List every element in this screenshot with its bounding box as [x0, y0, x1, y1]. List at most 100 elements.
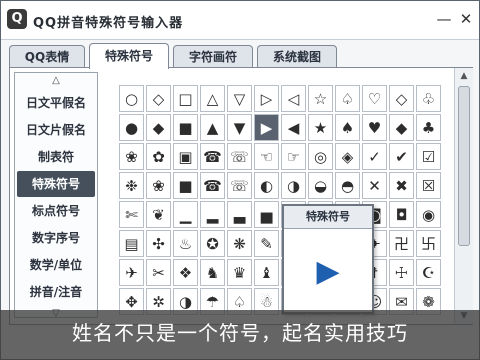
symbol-cell[interactable]: ✪ [200, 230, 225, 257]
symbol-cell[interactable]: ♤ [335, 85, 360, 112]
minimize-button[interactable]: — [435, 10, 453, 28]
category-hiragana[interactable]: 日文平假名 [17, 90, 95, 116]
category-list: △ 日文平假名 日文片假名 制表符 特殊符号 标点符号 数字序号 数学/单位 拼… [14, 72, 98, 319]
symbol-cell[interactable]: ☩ [389, 259, 414, 286]
symbol-cell[interactable]: ✕ [362, 172, 387, 199]
symbol-cell[interactable]: ◒ [308, 172, 333, 199]
symbol-cell[interactable]: ✣ [146, 230, 171, 257]
symbol-cell[interactable]: □ [173, 85, 198, 112]
scroll-up-icon[interactable]: ▲ [456, 69, 472, 83]
symbol-cell[interactable]: ♨ [173, 230, 198, 257]
symbol-grid: ○ ◇ □ △ ▽ ▷ ◁ ☆ ♤ ♡ ◇ ♧ ● ◆ ■ ▲ ▼ ▶ ◀ ★ ♠ ♥ ◆ ♣ ❀ ✿ ▣ ☎ ☏ ☜ ☞ ◎ ◈ ✓ ✔ ☑ ❉ ❀ ■ ☎… [118, 84, 442, 320]
symbol-cell[interactable]: ♥ [362, 114, 387, 141]
symbol-cell[interactable]: △ [200, 85, 225, 112]
category-box-drawing[interactable]: 制表符 [17, 144, 95, 170]
app-logo-icon: Q [7, 9, 27, 29]
symbol-cell[interactable]: ■ [173, 172, 198, 199]
tab-system-screenshot[interactable]: 系统截图 [257, 45, 337, 67]
symbol-cell[interactable]: ❦ [146, 201, 171, 228]
symbol-cell[interactable]: ✖ [389, 172, 414, 199]
tab-special-symbols[interactable]: 特殊符号 [89, 43, 169, 69]
symbol-cell[interactable]: ◑ [281, 172, 306, 199]
symbol-cell[interactable]: 卍 [389, 230, 414, 257]
symbol-cell[interactable]: ☎ [200, 172, 225, 199]
symbol-cell[interactable]: ◈ [335, 143, 360, 170]
symbol-cell[interactable]: ☆ [308, 85, 333, 112]
symbol-cell[interactable]: ♠ [335, 114, 360, 141]
category-katakana[interactable]: 日文片假名 [17, 117, 95, 143]
symbol-cell[interactable]: ▽ [227, 85, 252, 112]
symbol-cell[interactable]: ▲ [200, 114, 225, 141]
symbol-cell[interactable]: ◆ [146, 114, 171, 141]
symbol-cell[interactable]: ❀ [119, 143, 144, 170]
symbol-cell[interactable]: ◆ [389, 114, 414, 141]
category-special-symbols[interactable]: 特殊符号 [17, 171, 95, 197]
preview-symbol: ▶ [316, 253, 340, 289]
symbol-cell[interactable]: ☒ [416, 172, 441, 199]
video-caption: 姓名不只是一个符号，起名实用技巧 [0, 310, 480, 360]
symbol-cell[interactable]: ☜ [254, 143, 279, 170]
tab-strip: QQ表情 特殊符号 字符画符 系统截图 [9, 43, 469, 69]
symbol-cell[interactable]: ✿ [146, 143, 171, 170]
tab-qq-emoji[interactable]: QQ表情 [9, 45, 85, 67]
symbol-cell[interactable]: ♝ [254, 259, 279, 286]
vertical-scrollbar[interactable]: ▲ ▼ [454, 68, 473, 324]
category-scroll-up-icon[interactable]: △ [15, 73, 97, 89]
category-number-sequence[interactable]: 数字序号 [17, 225, 95, 251]
symbol-cell[interactable]: ✂ [146, 259, 171, 286]
symbol-cell[interactable]: ▷ [254, 85, 279, 112]
symbol-cell[interactable]: ▃ [227, 201, 252, 228]
symbol-cell[interactable]: ▶ [254, 114, 279, 141]
symbol-cell[interactable]: ❀ [146, 172, 171, 199]
category-punctuation[interactable]: 标点符号 [17, 198, 95, 224]
symbol-cell[interactable]: ◎ [308, 143, 333, 170]
symbol-cell[interactable]: ◐ [254, 172, 279, 199]
preview-title: 特殊符号 [284, 206, 372, 229]
symbol-cell[interactable]: ✔ [389, 143, 414, 170]
symbol-cell[interactable]: ○ [119, 85, 144, 112]
symbol-cell[interactable]: ◓ [335, 172, 360, 199]
symbol-cell[interactable]: ✈ [119, 259, 144, 286]
symbol-cell[interactable]: ☞ [281, 143, 306, 170]
symbol-cell[interactable]: ✄ [119, 201, 144, 228]
category-pinyin[interactable]: 拼音/注音 [17, 279, 95, 305]
symbol-cell[interactable]: ♡ [362, 85, 387, 112]
symbol-cell[interactable]: ♛ [227, 259, 252, 286]
symbol-cell[interactable]: ❉ [119, 172, 144, 199]
tab-char-art[interactable]: 字符画符 [173, 45, 253, 67]
symbol-cell[interactable]: ▼ [227, 114, 252, 141]
scrollbar-thumb[interactable] [458, 86, 470, 246]
category-math-units[interactable]: 数学/单位 [17, 252, 95, 278]
symbol-cell[interactable]: ▤ [119, 230, 144, 257]
symbol-preview-popup: 特殊符号 ▶ [282, 204, 374, 314]
symbol-cell[interactable]: ★ [308, 114, 333, 141]
symbol-cell[interactable]: ♣ [416, 114, 441, 141]
symbol-cell[interactable]: ☪ [416, 259, 441, 286]
symbol-cell[interactable]: ☎ [200, 143, 225, 170]
symbol-cell[interactable]: ♧ [416, 85, 441, 112]
symbol-cell[interactable]: 卐 [416, 230, 441, 257]
symbol-panel: △ 日文平假名 日文片假名 制表符 特殊符号 标点符号 数字序号 数学/单位 拼… [9, 67, 473, 325]
symbol-cell[interactable]: ● [119, 114, 144, 141]
symbol-cell[interactable]: ◉ [416, 201, 441, 228]
symbol-cell[interactable]: ◀ [281, 114, 306, 141]
symbol-cell[interactable]: ☏ [227, 143, 252, 170]
symbol-cell[interactable]: ◘ [389, 201, 414, 228]
symbol-cell[interactable]: ◇ [146, 85, 171, 112]
symbol-cell[interactable]: ◇ [389, 85, 414, 112]
symbol-input-window: Q QQ拼音特殊符号输入器 — ✕ QQ表情 特殊符号 字符画符 系统截图 △ … [0, 0, 480, 360]
symbol-cell[interactable]: ❖ [173, 259, 198, 286]
symbol-cell[interactable]: ✎ [254, 230, 279, 257]
close-button[interactable]: ✕ [457, 10, 475, 28]
symbol-cell[interactable]: ■ [173, 114, 198, 141]
symbol-cell[interactable]: ☏ [227, 172, 252, 199]
symbol-cell[interactable]: ▣ [173, 143, 198, 170]
symbol-cell[interactable]: ▁ [173, 201, 198, 228]
symbol-cell[interactable]: ◁ [281, 85, 306, 112]
symbol-cell[interactable]: ▂ [200, 201, 225, 228]
symbol-cell[interactable]: ☑ [416, 143, 441, 170]
symbol-cell[interactable]: ❋ [227, 230, 252, 257]
symbol-cell[interactable]: ♞ [200, 259, 225, 286]
symbol-cell[interactable]: ▅ [254, 201, 279, 228]
symbol-cell[interactable]: ✓ [362, 143, 387, 170]
